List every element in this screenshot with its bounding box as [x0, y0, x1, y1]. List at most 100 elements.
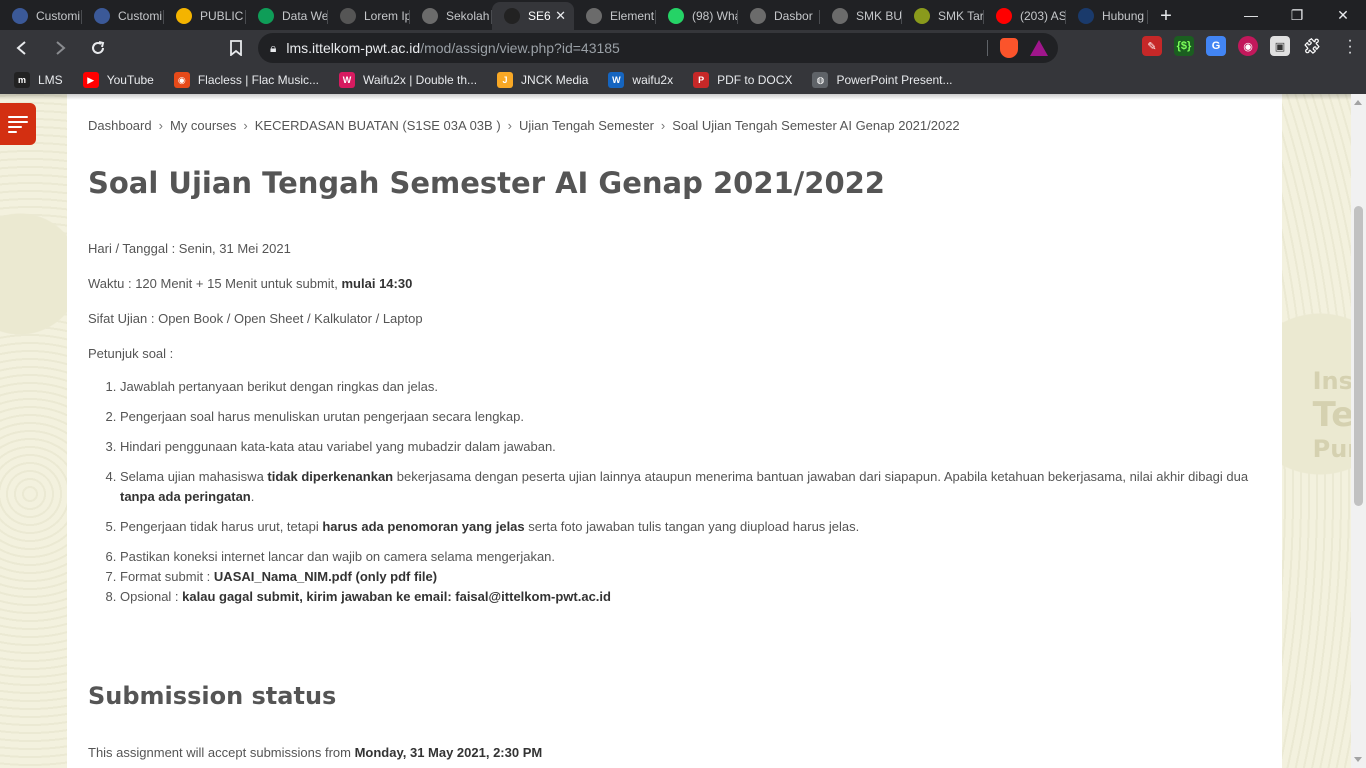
scroll-down-icon[interactable] [1354, 757, 1362, 762]
tab[interactable]: PUBLIC [164, 2, 246, 30]
breadcrumb-separator-icon: › [158, 118, 163, 133]
tab-title: Hubung [1102, 9, 1145, 23]
window-controls: — ❐ ✕ [1228, 0, 1366, 30]
extension-screenshot-icon[interactable]: ▣ [1270, 36, 1290, 56]
tab[interactable]: (203) AS [984, 2, 1066, 30]
bookmark-favicon-icon: ▶ [82, 72, 99, 88]
bookmark-item[interactable]: J JNCK Media [497, 72, 588, 88]
bookmark-item[interactable]: ◍ PowerPoint Present... [812, 72, 953, 88]
bookmark-item[interactable]: ▶ YouTube [82, 72, 154, 88]
rule-emphasis: harus ada penomoran yang jelas [322, 519, 525, 534]
bookmark-item[interactable]: P PDF to DOCX [693, 72, 792, 88]
extension-pen-icon[interactable]: ✎ [1142, 36, 1162, 56]
extensions-puzzle-icon[interactable]: 🧩︎ [1302, 36, 1322, 56]
page-scrollbar[interactable] [1351, 94, 1366, 768]
browser-toolbar: 🔒︎ lms.ittelkom-pwt.ac.id/mod/assign/vie… [0, 30, 1366, 66]
tab[interactable]: (98) Wha [656, 2, 738, 30]
url-host: lms.ittelkom-pwt.ac.id [286, 40, 421, 56]
main-content: Dashboard › My courses › KECERDASAN BUATAN (… [67, 94, 1282, 768]
rule-text: serta foto jawaban tulis tangan yang diu… [524, 519, 860, 534]
scrollbar-thumb[interactable] [1354, 206, 1363, 506]
close-tab-icon[interactable]: ✕ [555, 8, 566, 24]
submission-availability: This assignment will accept submissions … [88, 745, 542, 760]
tab[interactable]: Hubung [1066, 2, 1148, 30]
tab-title: SE62 [528, 9, 551, 23]
web-page: Inst Tel Pur Dashboard › My courses › KECERD… [0, 94, 1366, 768]
tab-active[interactable]: SE62 ✕ [492, 2, 574, 30]
drawer-toggle-button[interactable] [0, 103, 36, 145]
tab[interactable]: SMK BU [820, 2, 902, 30]
brave-rewards-icon[interactable] [1030, 40, 1048, 56]
tab[interactable]: Dasbor [738, 2, 820, 30]
close-window-icon[interactable]: ✕ [1320, 0, 1366, 30]
bookmark-page-button[interactable] [220, 32, 252, 64]
bookmark-label: PDF to DOCX [717, 73, 793, 87]
favicon-icon [1078, 8, 1094, 24]
bookmark-favicon-icon: ◍ [812, 72, 829, 88]
bookmark-icon [230, 40, 242, 56]
favicon-icon [340, 8, 356, 24]
tab[interactable]: Sekolah [410, 2, 492, 30]
tab[interactable]: Element [574, 2, 656, 30]
bookmark-item[interactable]: m LMS [14, 72, 63, 88]
tab[interactable]: Lorem Ip [328, 2, 410, 30]
minimize-icon[interactable]: — [1228, 0, 1274, 30]
list-item: Pengerjaan tidak harus urut, tetapi haru… [120, 517, 1250, 537]
address-bar[interactable]: 🔒︎ lms.ittelkom-pwt.ac.id/mod/assign/vie… [258, 33, 1058, 63]
rule-text: Pengerjaan tidak harus urut, tetapi [120, 519, 323, 534]
breadcrumb-link[interactable]: Ujian Tengah Semester [519, 118, 654, 133]
bookmark-bar: m LMS ▶ YouTube ◉ Flacless | Flac Music... W Wa… [0, 66, 1366, 94]
back-arrow-icon [16, 41, 26, 55]
tab-title: Element [610, 9, 655, 23]
reload-icon [92, 41, 105, 54]
extension-json-icon[interactable]: {$} [1174, 36, 1194, 56]
favicon-icon [586, 8, 602, 24]
breadcrumb-link[interactable]: Dashboard [88, 118, 152, 133]
extension-globe-icon[interactable]: ◉ [1238, 36, 1258, 56]
list-item: Selama ujian mahasiswa tidak diperkenank… [120, 467, 1250, 507]
favicon-icon [832, 8, 848, 24]
browser-menu-icon[interactable]: · · · [1346, 33, 1354, 61]
rule-text: Selama ujian mahasiswa [120, 469, 268, 484]
maximize-icon[interactable]: ❐ [1274, 0, 1320, 30]
rule-text: Format submit : [120, 569, 214, 584]
list-item: Jawablah pertanyaan berikut dengan ringk… [120, 377, 1250, 397]
bookmark-item[interactable]: Wwaifu2x [608, 72, 673, 88]
breadcrumb-link[interactable]: My courses [170, 118, 236, 133]
bookmark-label: JNCK Media [521, 73, 589, 87]
list-item: Pastikan koneksi internet lancar dan waj… [120, 547, 1250, 567]
brave-shields-icon[interactable] [1000, 38, 1018, 58]
bookmark-favicon-icon: J [497, 72, 514, 88]
breadcrumb-link[interactable]: Soal Ujian Tengah Semester AI Genap 2021… [672, 118, 959, 133]
bookmark-item[interactable]: ◉ Flacless | Flac Music... [173, 72, 319, 88]
favicon-icon [668, 8, 684, 24]
lock-icon[interactable]: 🔒︎ [270, 41, 276, 56]
tab-title: Customi [36, 9, 81, 23]
tab-strip: Customi Customi PUBLIC Data We Lorem Ip Sekol… [0, 0, 1366, 30]
reload-button[interactable] [82, 32, 114, 64]
favicon-icon [12, 8, 28, 24]
tab[interactable]: SMK Tar [902, 2, 984, 30]
rule-emphasis: tidak diperkenankan [267, 469, 394, 484]
favicon-icon [258, 8, 274, 24]
bookmark-label: YouTube [106, 73, 154, 87]
forward-button[interactable] [44, 32, 76, 64]
tab[interactable]: Customi [82, 2, 164, 30]
omnibox-divider [987, 40, 988, 56]
omnibox-actions [987, 38, 1048, 58]
scroll-up-icon[interactable] [1354, 100, 1362, 105]
favicon-icon [176, 8, 192, 24]
new-tab-button[interactable]: + [1148, 2, 1184, 30]
extension-translate-icon[interactable]: G [1206, 36, 1226, 56]
tab[interactable]: Data We [246, 2, 328, 30]
extensions-row: ✎ {$} G ◉ ▣ 🧩︎ [1142, 36, 1322, 56]
tab-title: Sekolah [446, 9, 490, 23]
back-button[interactable] [6, 32, 38, 64]
forward-arrow-icon [56, 41, 66, 55]
exam-time-text: Waktu : 120 Menit + 15 Menit untuk submi… [88, 276, 342, 291]
bookmark-label: LMS [38, 73, 63, 87]
tab[interactable]: Customi [0, 2, 82, 30]
list-item: Opsional : kalau gagal submit, kirim jaw… [120, 587, 1250, 607]
bookmark-item[interactable]: W Waifu2x | Double th... [338, 72, 477, 88]
breadcrumb-link[interactable]: KECERDASAN BUATAN (S1SE 03A 03B ) [255, 118, 501, 133]
